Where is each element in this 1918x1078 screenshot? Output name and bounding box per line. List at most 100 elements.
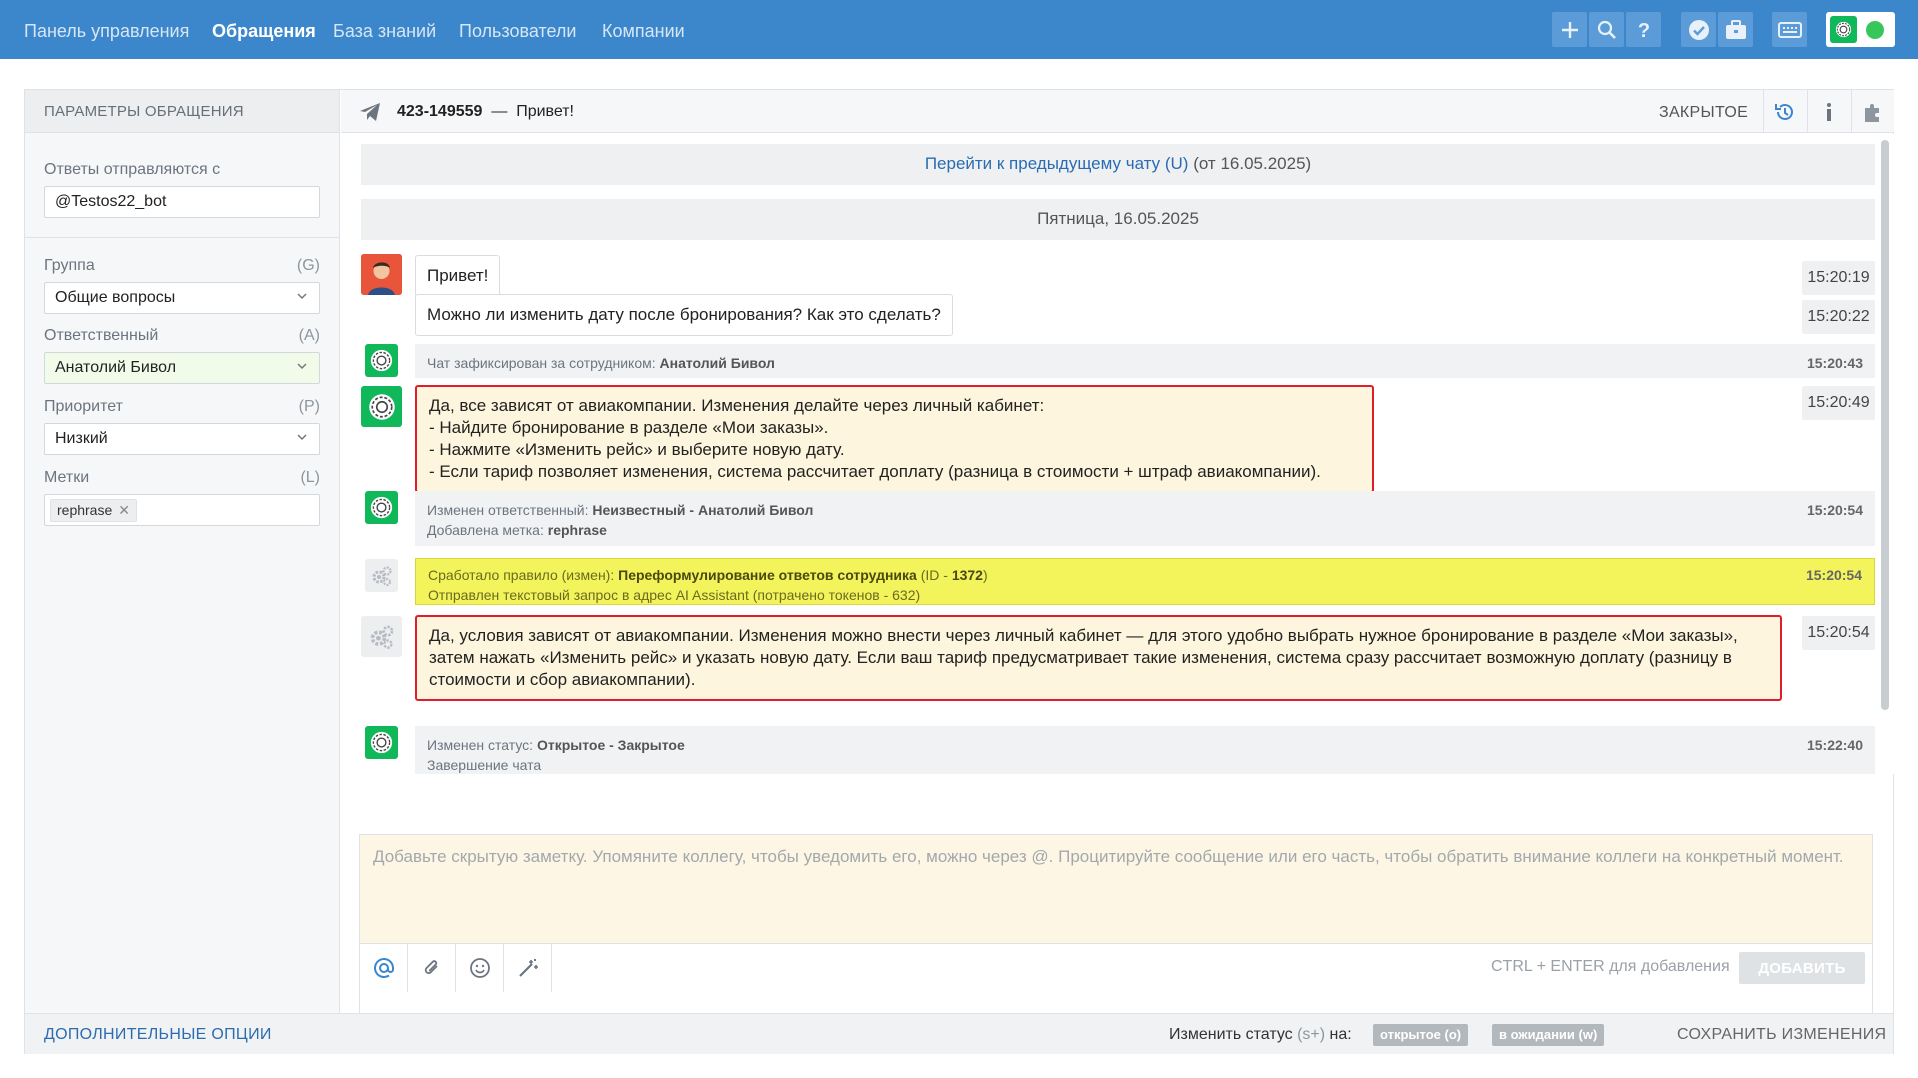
event-time: 15:20:43 xyxy=(1806,355,1863,371)
add-note-button[interactable]: ДОБАВИТЬ xyxy=(1739,952,1865,984)
nav-item-dashboard[interactable]: Панель управления xyxy=(24,21,189,42)
plus-icon[interactable] xyxy=(1552,12,1587,47)
priority-select[interactable]: Низкий xyxy=(44,423,320,455)
bot-avatar-icon xyxy=(365,491,398,524)
hidden-note-composer: CTRL + ENTER для добавления ДОБАВИТЬ xyxy=(359,834,1873,1021)
nav-item-knowledge-base[interactable]: База знаний xyxy=(333,21,436,42)
remove-tag-icon[interactable]: ✕ xyxy=(118,502,130,518)
bot-avatar-icon xyxy=(365,726,398,759)
message-line: - Если тариф позволяет изменения, систем… xyxy=(429,462,1321,481)
briefcase-icon[interactable] xyxy=(1718,12,1753,47)
ticket-card: ПАРАМЕТРЫ ОБРАЩЕНИЯ Ответы отправляются … xyxy=(24,89,1894,1054)
operator-message-highlighted: Да, все зависят от авиакомпании. Изменен… xyxy=(415,385,1374,493)
nav-item-companies[interactable]: Компании xyxy=(602,21,685,42)
help-icon[interactable]: ? xyxy=(1626,12,1661,47)
status-open-button[interactable]: открытое (o) xyxy=(1373,1024,1469,1046)
priority-label: Приоритет xyxy=(44,398,123,415)
event-text: Изменен ответственный: xyxy=(427,502,589,518)
customer-avatar xyxy=(361,254,402,295)
system-event-row: Изменен ответственный: Неизвестный - Ана… xyxy=(415,491,1875,546)
svg-text:?: ? xyxy=(1637,20,1649,41)
message-line: - Нажмите «Изменить рейс» и выберите нов… xyxy=(429,440,845,459)
event-text: Добавлена метка: xyxy=(427,522,544,538)
system-event-row: Изменен статус: Открытое - Закрытое Заве… xyxy=(415,726,1875,774)
event-value: Открытое - Закрытое xyxy=(536,737,685,753)
system-event-row: Чат зафиксирован за сотрудником: Анатоли… xyxy=(415,344,1875,378)
change-status-suffix: на: xyxy=(1329,1026,1352,1043)
message-line: - Найдите бронирование в разделе «Мои за… xyxy=(429,418,829,437)
group-label: Группа xyxy=(44,257,95,274)
message-time: 15:20:49 xyxy=(1802,386,1875,420)
note-toolbar: CTRL + ENTER для добавления ДОБАВИТЬ xyxy=(360,943,1872,1020)
event-time: 15:22:40 xyxy=(1806,737,1863,753)
ticket-subject: Привет! xyxy=(516,103,574,120)
mention-icon[interactable] xyxy=(360,944,408,992)
chat-title: 423-149559 — Привет! xyxy=(397,103,574,121)
chat-header: 423-149559 — Привет! ЗАКРЫТОЕ xyxy=(341,90,1894,133)
nav-item-tickets[interactable]: Обращения xyxy=(212,21,316,42)
message-line: Да, все зависят от авиакомпании. Изменен… xyxy=(429,396,1045,415)
nav-item-users[interactable]: Пользователи xyxy=(459,21,576,42)
info-icon[interactable] xyxy=(1807,90,1850,133)
feed-scrollbar[interactable] xyxy=(1881,140,1889,710)
ticket-parameters-panel: ПАРАМЕТРЫ ОБРАЩЕНИЯ Ответы отправляются … xyxy=(25,90,340,1013)
note-input[interactable] xyxy=(360,835,1872,943)
rule-triggered-row: Сработало правило (измен): Переформулиро… xyxy=(415,558,1875,605)
priority-hotkey: (P) xyxy=(298,398,320,415)
change-status-hotkey: (s+) xyxy=(1297,1026,1326,1043)
magic-wand-icon[interactable] xyxy=(504,944,552,992)
plugin-icon[interactable] xyxy=(1851,90,1894,133)
event-text: Изменен статус: xyxy=(427,737,534,753)
bot-logo-icon xyxy=(1830,16,1857,43)
message-time: 15:20:19 xyxy=(1802,261,1875,295)
chevron-down-icon xyxy=(297,293,307,300)
keyboard-icon[interactable] xyxy=(1772,12,1807,47)
divider xyxy=(25,237,340,238)
panel-title: ПАРАМЕТРЫ ОБРАЩЕНИЯ xyxy=(25,90,339,133)
search-icon[interactable] xyxy=(1589,12,1624,47)
previous-chat-date: (от 16.05.2025) xyxy=(1193,154,1312,173)
priority-value: Низкий xyxy=(55,430,108,447)
rule-name: Переформулирование ответов сотрудника xyxy=(618,567,917,583)
chevron-down-icon xyxy=(297,363,307,370)
assignee-value: Анатолий Бивол xyxy=(55,359,177,376)
customer-message: Можно ли изменить дату после бронировани… xyxy=(415,294,953,336)
event-time: 15:20:54 xyxy=(1806,502,1863,518)
save-changes-button[interactable]: СОХРАНИТЬ ИЗМЕНЕНИЯ xyxy=(1677,1026,1886,1044)
online-status-toggle[interactable] xyxy=(1826,12,1895,47)
change-status-label: Изменить статус (s+) на: xyxy=(1169,1026,1352,1044)
rephrased-message-highlighted: Да, условия зависят от авиакомпании. Изм… xyxy=(415,615,1782,701)
sender-label: Ответы отправляются с xyxy=(44,161,221,178)
telegram-icon xyxy=(360,103,380,121)
assignee-select[interactable]: Анатолий Бивол xyxy=(44,352,320,384)
event-time: 15:20:54 xyxy=(1805,567,1862,583)
tag-label: rephrase xyxy=(57,502,113,518)
status-waiting-button[interactable]: в ожидании (w) xyxy=(1492,1024,1605,1046)
tags-input[interactable]: rephrase ✕ xyxy=(44,494,320,526)
sender-field[interactable]: @Testos22_bot xyxy=(44,186,320,218)
automation-gear-icon xyxy=(365,559,398,592)
check-icon[interactable] xyxy=(1681,12,1716,47)
bot-avatar-icon xyxy=(361,386,402,427)
previous-chat-link[interactable]: Перейти к предыдущему чату (U) xyxy=(925,154,1189,173)
customer-message: Привет! xyxy=(415,255,501,297)
more-options-link[interactable]: ДОПОЛНИТЕЛЬНЫЕ ОПЦИИ xyxy=(44,1026,272,1044)
bot-avatar-icon xyxy=(365,344,398,377)
chevron-down-icon xyxy=(297,434,307,441)
group-select[interactable]: Общие вопросы xyxy=(44,282,320,314)
assignee-hotkey: (A) xyxy=(298,327,320,344)
assignee-label: Ответственный xyxy=(44,327,159,344)
sender-value: @Testos22_bot xyxy=(55,193,167,210)
rule-id: 1372 xyxy=(951,567,983,583)
ticket-footer: ДОПОЛНИТЕЛЬНЫЕ ОПЦИИ Изменить статус (s+… xyxy=(25,1013,1893,1054)
attachment-icon[interactable] xyxy=(408,944,456,992)
rule-text: Сработало правило (измен): xyxy=(428,567,615,583)
automation-gear-icon xyxy=(361,616,402,657)
change-status-text: Изменить статус xyxy=(1169,1026,1293,1043)
tags-hotkey: (L) xyxy=(300,469,320,486)
rule-id-suffix: ) xyxy=(982,567,988,583)
emoji-icon[interactable] xyxy=(456,944,504,992)
online-status-dot xyxy=(1866,21,1884,39)
history-icon[interactable] xyxy=(1763,90,1806,133)
event-value: rephrase xyxy=(547,522,607,538)
